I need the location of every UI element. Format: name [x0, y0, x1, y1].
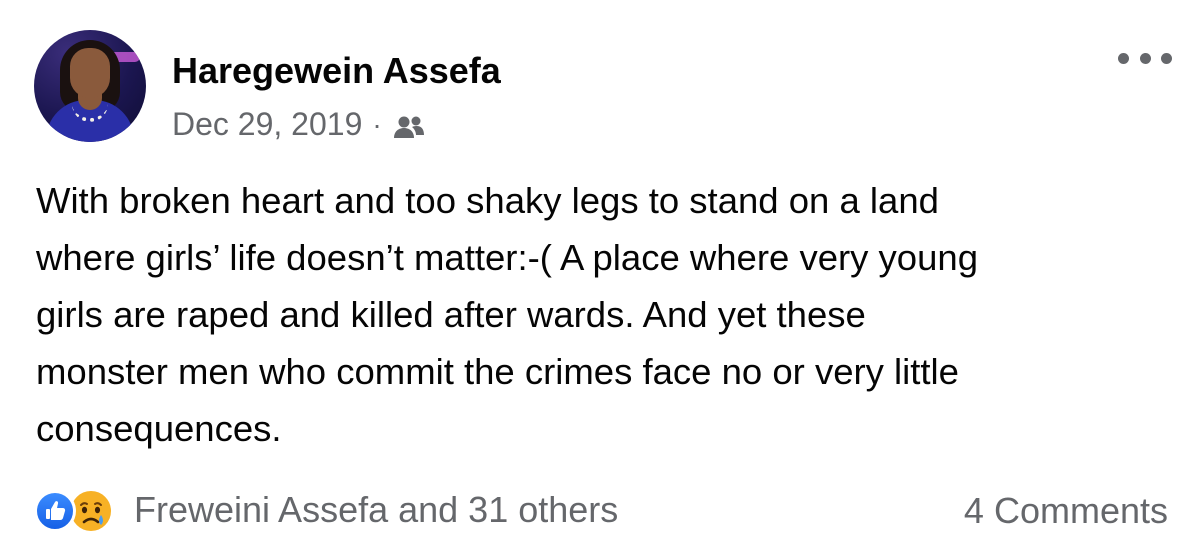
- author-name[interactable]: Haregewein Assefa: [172, 50, 501, 92]
- reaction-icons: [34, 486, 126, 534]
- reactions-summary[interactable]: Freweini Assefa and 31 others: [34, 484, 618, 536]
- reactions-text[interactable]: Freweini Assefa and 31 others: [134, 489, 618, 531]
- more-options-icon[interactable]: [1118, 46, 1172, 70]
- post-meta: Dec 29, 2019 ·: [172, 106, 426, 143]
- post-text-line: With broken heart and too shaky legs to …: [36, 180, 939, 221]
- like-icon: [34, 490, 76, 532]
- post-body-text: With broken heart and too shaky legs to …: [36, 172, 1176, 457]
- post-header: Haregewein Assefa Dec 29, 2019 ·: [34, 30, 1174, 150]
- post-text-line: girls are raped and killed after wards. …: [36, 294, 866, 335]
- author-avatar[interactable]: [34, 30, 146, 142]
- post-text-line: consequences.: [36, 408, 282, 449]
- post-date[interactable]: Dec 29, 2019: [172, 106, 362, 143]
- post-text-line: monster men who commit the crimes face n…: [36, 351, 959, 392]
- friends-icon[interactable]: [392, 113, 426, 141]
- post-footer: Freweini Assefa and 31 others 4 Comments: [34, 484, 1168, 536]
- comments-count-link[interactable]: 4 Comments: [964, 490, 1168, 532]
- meta-separator: ·: [372, 108, 382, 140]
- facebook-post: Haregewein Assefa Dec 29, 2019 · With br…: [0, 0, 1200, 556]
- post-text-line: where girls’ life doesn’t matter:-( A pl…: [36, 237, 978, 278]
